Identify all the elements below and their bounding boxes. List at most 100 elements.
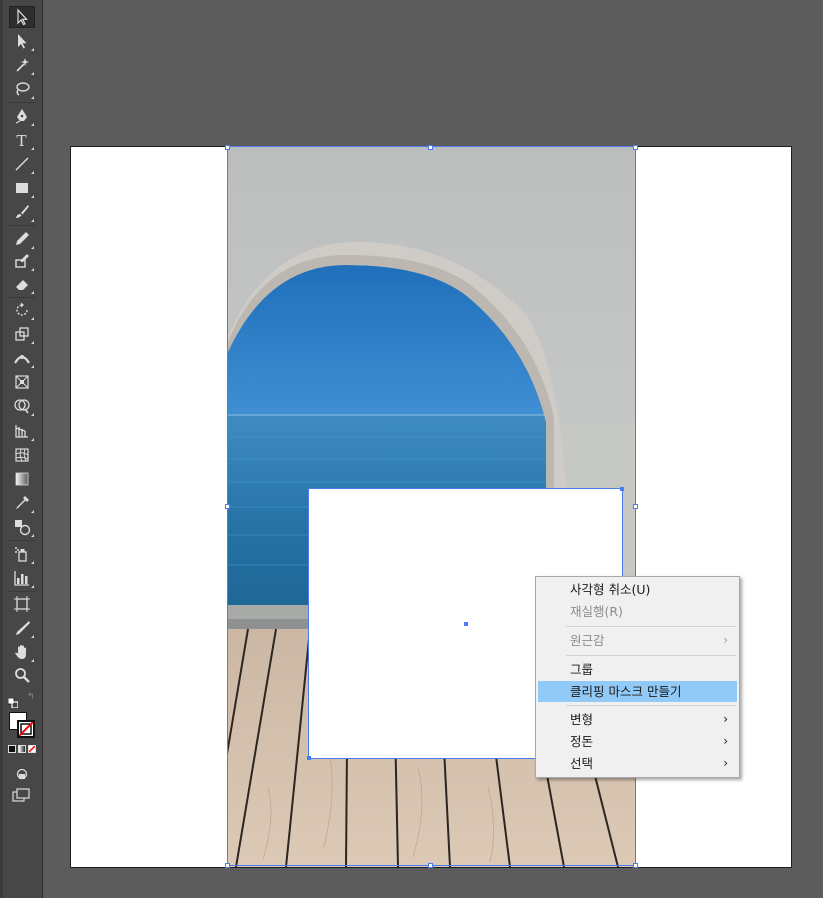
lasso-tool[interactable] bbox=[9, 78, 35, 100]
menu-item-label: 사각형 취소(U) bbox=[570, 582, 651, 597]
pencil-tool-icon bbox=[16, 232, 29, 245]
scale-tool-icon bbox=[15, 327, 29, 341]
paintbrush-tool-icon bbox=[16, 205, 29, 218]
gradient-tool[interactable] bbox=[9, 468, 35, 490]
rectangle-anchor-top-right[interactable] bbox=[620, 487, 624, 491]
menu-item-label: 클리핑 마스크 만들기 bbox=[570, 684, 682, 699]
shape-builder-tool[interactable] bbox=[9, 395, 35, 417]
handle-bottom-left[interactable] bbox=[225, 863, 230, 868]
perspective-grid-tool-icon bbox=[15, 425, 28, 438]
none-icon[interactable] bbox=[28, 745, 36, 753]
handle-middle-left[interactable] bbox=[225, 504, 230, 509]
menu-separator bbox=[566, 705, 736, 706]
menu-item-arrange[interactable]: 정돈 › bbox=[538, 731, 737, 752]
symbol-sprayer-tool[interactable] bbox=[9, 543, 35, 565]
color-mode-row bbox=[8, 745, 36, 754]
menu-item-label: 정돈 bbox=[570, 734, 594, 749]
rectangle-tool-icon bbox=[16, 183, 28, 193]
eyedropper-tool[interactable] bbox=[9, 492, 35, 514]
slice-tool[interactable] bbox=[9, 617, 35, 639]
menu-separator bbox=[566, 626, 736, 627]
magic-wand-tool-icon bbox=[16, 58, 29, 72]
column-graph-tool[interactable] bbox=[9, 567, 35, 589]
pen-tool-icon bbox=[15, 109, 27, 124]
panel-grip[interactable] bbox=[0, 0, 3, 898]
shaper-tool-icon bbox=[15, 254, 29, 268]
lasso-tool-icon bbox=[16, 82, 30, 96]
submenu-arrow-icon: › bbox=[723, 712, 728, 726]
handle-top-center[interactable] bbox=[428, 145, 433, 150]
selection-tool[interactable] bbox=[9, 6, 35, 28]
tools-panel: T ↰ bbox=[0, 0, 43, 898]
zoom-tool[interactable] bbox=[9, 664, 35, 686]
type-tool[interactable]: T bbox=[9, 129, 35, 151]
rotate-tool[interactable] bbox=[9, 299, 35, 321]
submenu-arrow-icon: › bbox=[723, 756, 728, 770]
rectangle-center-point bbox=[464, 622, 468, 626]
handle-bottom-right[interactable] bbox=[633, 863, 638, 868]
pencil-tool[interactable] bbox=[9, 228, 35, 250]
scale-tool[interactable] bbox=[9, 323, 35, 345]
handle-top-right[interactable] bbox=[633, 145, 638, 150]
default-colors-icon[interactable] bbox=[7, 693, 19, 709]
line-tool[interactable] bbox=[9, 153, 35, 175]
artboard-tool-icon bbox=[14, 596, 30, 612]
free-transform-tool[interactable] bbox=[9, 371, 35, 393]
hand-tool-icon bbox=[15, 645, 26, 659]
shaper-tool[interactable] bbox=[9, 250, 35, 272]
direct-selection-tool[interactable] bbox=[9, 30, 35, 52]
submenu-arrow-icon: › bbox=[723, 734, 728, 748]
menu-item-perspective: 원근감 › bbox=[538, 630, 737, 651]
shape-builder-tool-icon bbox=[14, 399, 30, 414]
eraser-tool[interactable] bbox=[9, 273, 35, 295]
line-tool-icon bbox=[15, 157, 29, 171]
swap-colors-icon[interactable]: ↰ bbox=[27, 692, 37, 702]
color-icon[interactable] bbox=[8, 745, 16, 753]
handle-top-left[interactable] bbox=[225, 145, 230, 150]
stroke-swatch[interactable] bbox=[17, 720, 35, 738]
blend-tool[interactable] bbox=[9, 516, 35, 538]
pen-tool[interactable] bbox=[9, 105, 35, 127]
menu-item-redo: 재실행(R) bbox=[538, 601, 737, 622]
width-tool[interactable] bbox=[9, 347, 35, 369]
menu-item-select[interactable]: 선택 › bbox=[538, 753, 737, 774]
mesh-tool[interactable] bbox=[9, 444, 35, 466]
width-tool-icon bbox=[14, 355, 30, 364]
paintbrush-tool[interactable] bbox=[9, 201, 35, 223]
hand-tool[interactable] bbox=[9, 641, 35, 663]
rectangle-tool[interactable] bbox=[9, 177, 35, 199]
eraser-tool-icon bbox=[16, 280, 28, 290]
rectangle-anchor-bottom-left[interactable] bbox=[307, 756, 311, 760]
artboard-tool[interactable] bbox=[9, 593, 35, 615]
perspective-grid-tool[interactable] bbox=[9, 420, 35, 442]
selection-tool-icon bbox=[17, 8, 28, 26]
menu-item-label: 변형 bbox=[570, 712, 594, 727]
free-transform-tool-icon bbox=[15, 375, 29, 389]
screen-mode-icon[interactable] bbox=[12, 787, 30, 802]
handle-middle-right[interactable] bbox=[633, 504, 638, 509]
gradient-tool-icon bbox=[15, 472, 29, 486]
menu-item-group[interactable]: 그룹 bbox=[538, 659, 737, 680]
menu-item-label: 선택 bbox=[570, 756, 594, 771]
svg-text:T: T bbox=[17, 132, 27, 149]
menu-item-undo-rectangle[interactable]: 사각형 취소(U) bbox=[538, 579, 737, 600]
menu-item-transform[interactable]: 변형 › bbox=[538, 709, 737, 730]
menu-item-label: 그룹 bbox=[570, 662, 594, 677]
menu-separator bbox=[566, 655, 736, 656]
menu-item-make-clipping-mask[interactable]: 클리핑 마스크 만들기 bbox=[538, 681, 737, 702]
zoom-tool-icon bbox=[15, 668, 30, 683]
symbol-sprayer-tool-icon bbox=[15, 547, 27, 562]
menu-item-label: 재실행(R) bbox=[570, 604, 623, 619]
gradient-swatch-icon[interactable] bbox=[18, 745, 26, 753]
blend-tool-icon bbox=[15, 520, 31, 536]
mesh-tool-icon bbox=[15, 448, 29, 462]
context-menu: 사각형 취소(U) 재실행(R) 원근감 › 그룹 클리핑 마스크 만들기 변형 ›… bbox=[535, 576, 740, 778]
submenu-arrow-icon: › bbox=[723, 633, 728, 647]
eyedropper-tool-icon bbox=[16, 496, 29, 509]
magic-wand-tool[interactable] bbox=[9, 54, 35, 76]
rotate-tool-icon bbox=[16, 302, 28, 316]
column-graph-tool-icon bbox=[14, 571, 29, 586]
menu-item-label: 원근감 bbox=[570, 633, 605, 648]
drawing-mode-icon[interactable] bbox=[16, 765, 28, 780]
handle-bottom-center[interactable] bbox=[428, 863, 433, 868]
